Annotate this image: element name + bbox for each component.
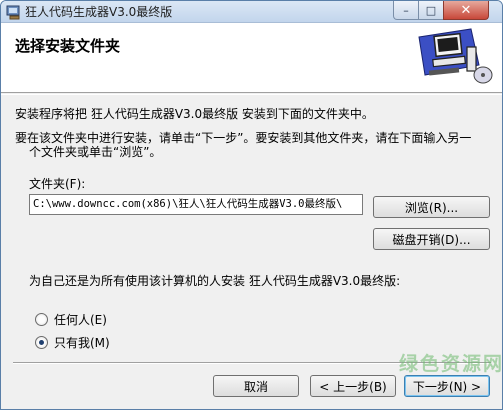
radio-button[interactable] bbox=[35, 313, 48, 326]
maximize-button[interactable]: □ bbox=[418, 1, 444, 20]
footer-divider bbox=[13, 362, 491, 364]
minimize-icon: – bbox=[403, 3, 409, 17]
installer-window: 狂人代码生成器V3.0最终版 – □ ✕ 选择安装文件夹 安装程序将把 狂人代码… bbox=[0, 0, 503, 410]
install-scope-label: 为自己还是为所有使用该计算机的人安装 狂人代码生成器V3.0最终版: bbox=[29, 274, 401, 288]
folder-path-input[interactable]: C:\www.downcc.com(x86)\狂人\狂人代码生成器V3.0最终版… bbox=[29, 194, 363, 215]
install-instruction-line2: 个文件夹或单击“浏览”。 bbox=[29, 145, 162, 159]
next-button[interactable]: 下一步(N) > bbox=[404, 375, 490, 397]
close-icon: ✕ bbox=[460, 2, 472, 18]
close-button[interactable]: ✕ bbox=[443, 1, 489, 20]
header-banner: 选择安装文件夹 bbox=[1, 23, 502, 93]
folder-label: 文件夹(F): bbox=[29, 177, 86, 191]
install-description: 安装程序将把 狂人代码生成器V3.0最终版 安装到下面的文件夹中。 bbox=[15, 107, 374, 121]
page-title: 选择安装文件夹 bbox=[15, 37, 121, 55]
disk-cost-button[interactable]: 磁盘开销(D)... bbox=[373, 228, 490, 250]
browse-button[interactable]: 浏览(R)... bbox=[373, 196, 490, 218]
window-title: 狂人代码生成器V3.0最终版 bbox=[25, 5, 173, 19]
site-watermark: 绿色资源网 bbox=[399, 353, 503, 375]
radio-just-me[interactable]: 只有我(M) bbox=[35, 334, 110, 351]
radio-button-checked[interactable] bbox=[35, 336, 48, 349]
back-button[interactable]: < 上一步(B) bbox=[310, 375, 396, 397]
installer-app-icon bbox=[6, 5, 20, 20]
radio-just-me-label: 只有我(M) bbox=[54, 336, 110, 350]
cancel-button[interactable]: 取消 bbox=[213, 375, 299, 397]
title-bar[interactable]: 狂人代码生成器V3.0最终版 – □ ✕ bbox=[1, 1, 502, 23]
header-separator bbox=[1, 94, 502, 95]
radio-everyone-label: 任何人(E) bbox=[54, 313, 107, 327]
install-instruction-line1: 要在该文件夹中进行安装，请单击“下一步”。要安装到其他文件夹，请在下面输入另一 bbox=[15, 131, 472, 145]
minimize-button[interactable]: – bbox=[393, 1, 419, 20]
computer-install-icon bbox=[418, 28, 493, 84]
radio-everyone[interactable]: 任何人(E) bbox=[35, 311, 107, 328]
maximize-icon: □ bbox=[425, 3, 437, 17]
